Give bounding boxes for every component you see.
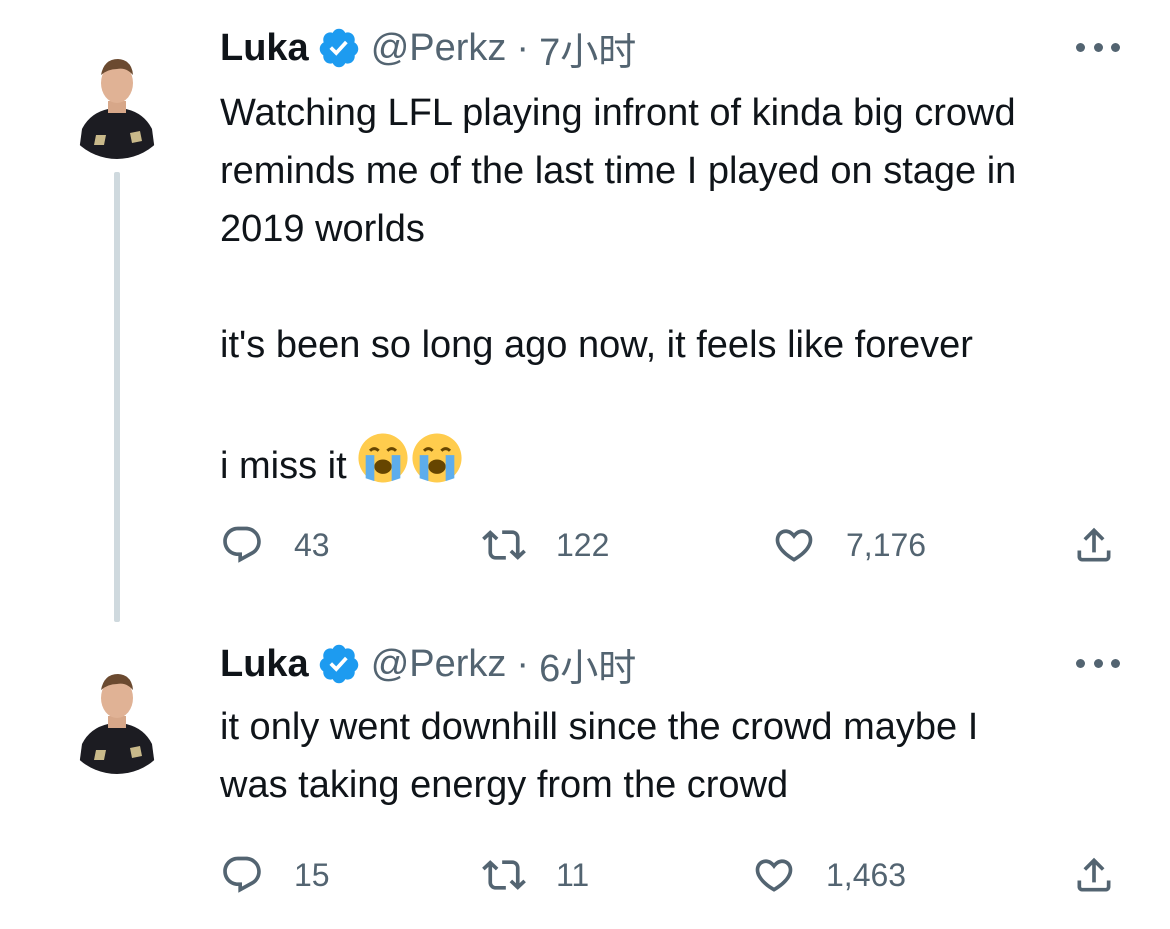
tweet-text-content: Watching LFL playing infront of kinda bi… (220, 92, 1017, 487)
tweet-header: Luka @Perkz · 6小时 (220, 640, 636, 690)
avatar[interactable] (60, 660, 174, 774)
share-button[interactable] (1072, 850, 1116, 900)
tweet-text: Watching LFL playing infront of kinda bi… (220, 84, 1120, 495)
more-icon[interactable] (1076, 37, 1120, 57)
retweet-count: 122 (556, 526, 610, 563)
tweet-actions: 15 11 1,463 (220, 850, 1120, 900)
share-icon (1077, 527, 1111, 562)
timestamp[interactable]: 7小时 (539, 21, 636, 76)
like-icon (755, 859, 793, 892)
tweet-header: Luka @Perkz · 7小时 (220, 24, 636, 74)
loudly-crying-face-icon (412, 433, 462, 483)
separator-dot: · (516, 26, 530, 69)
like-count: 7,176 (846, 526, 927, 563)
retweet-button[interactable]: 11 (482, 850, 589, 900)
tweet-text-content: it only went downhill since the crowd ma… (220, 706, 979, 806)
thread-line (114, 172, 120, 622)
author-handle[interactable]: @Perkz (371, 27, 507, 70)
share-button[interactable] (1072, 520, 1116, 570)
author-name[interactable]: Luka (220, 643, 309, 686)
like-count: 1,463 (826, 856, 907, 893)
timestamp[interactable]: 6小时 (539, 637, 636, 692)
like-button[interactable]: 1,463 (752, 850, 906, 900)
tweet-actions: 43 122 7,176 (220, 520, 1120, 570)
verified-badge-icon (319, 644, 358, 684)
avatar-image (60, 45, 174, 159)
reply-icon (223, 856, 261, 893)
retweet-count: 11 (556, 856, 590, 893)
separator-dot: · (516, 642, 530, 685)
author-name[interactable]: Luka (220, 27, 309, 70)
author-handle[interactable]: @Perkz (371, 643, 507, 686)
reply-button[interactable]: 15 (220, 850, 330, 900)
avatar[interactable] (60, 45, 174, 159)
retweet-button[interactable]: 122 (482, 520, 609, 570)
avatar-image (60, 660, 174, 774)
like-icon (775, 529, 813, 562)
share-icon (1077, 857, 1111, 892)
loudly-crying-face-icon (358, 433, 408, 483)
reply-count: 15 (294, 856, 330, 893)
verified-badge-icon (319, 28, 358, 68)
retweet-icon (482, 530, 526, 560)
reply-button[interactable]: 43 (220, 520, 330, 570)
reply-icon (223, 526, 261, 563)
like-button[interactable]: 7,176 (772, 520, 926, 570)
tweet-text: it only went downhill since the crowd ma… (220, 698, 1120, 814)
reply-count: 43 (294, 526, 330, 563)
retweet-icon (482, 860, 526, 890)
more-icon[interactable] (1076, 653, 1120, 673)
